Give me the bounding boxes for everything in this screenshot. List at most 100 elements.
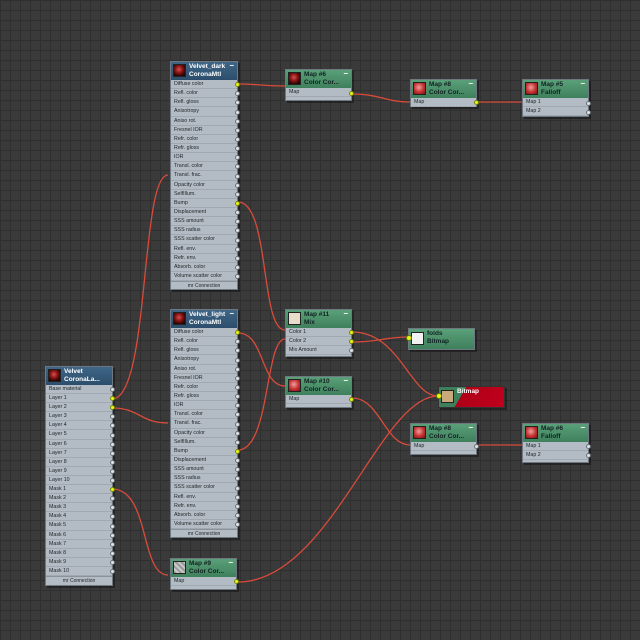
slot-layer-8[interactable]: Layer 8 bbox=[46, 458, 112, 467]
slot-socket[interactable] bbox=[110, 414, 115, 420]
slot-socket[interactable] bbox=[110, 478, 115, 484]
slot-socket[interactable] bbox=[235, 403, 240, 409]
slot-socket[interactable] bbox=[235, 182, 240, 188]
slot-refr-color[interactable]: Refr. color bbox=[171, 383, 237, 392]
slot-socket[interactable] bbox=[235, 191, 240, 197]
node-header[interactable]: Map #9 Color Cor... − bbox=[171, 559, 236, 577]
slot-volume-scatter-color[interactable]: Volume scatter color bbox=[171, 520, 237, 530]
node-header[interactable]: folds Bitmap bbox=[409, 329, 474, 349]
slot-refl-env[interactable]: Refl. env. bbox=[171, 493, 237, 502]
node-map5-falloff[interactable]: Map #5 Falloff − Map 1 Map 2 bbox=[522, 79, 591, 117]
slot-socket[interactable] bbox=[235, 173, 240, 179]
slot-ior[interactable]: IOR bbox=[171, 401, 237, 411]
slot-socket[interactable] bbox=[110, 387, 115, 393]
slot-sss-scatter-color[interactable]: SSS scatter color bbox=[171, 235, 237, 245]
slot-map[interactable]: Map bbox=[171, 577, 236, 587]
slot-socket[interactable] bbox=[235, 394, 240, 400]
slot-socket[interactable] bbox=[110, 396, 115, 402]
slot-selfillum[interactable]: SelfIllum. bbox=[171, 438, 237, 447]
slot-socket[interactable] bbox=[235, 109, 240, 115]
slot-map[interactable]: Map bbox=[411, 98, 476, 108]
slot-transl-frac[interactable]: Transl. frac. bbox=[171, 171, 237, 181]
slot-socket[interactable] bbox=[235, 155, 240, 161]
slot-socket[interactable] bbox=[235, 146, 240, 152]
node-map8-color-correction-lower[interactable]: Map #8 Color Cor... − Map bbox=[410, 423, 479, 455]
node-header[interactable]: Velvet CoronaLa... bbox=[46, 367, 112, 385]
slot-sss-radius[interactable]: SSS radius bbox=[171, 474, 237, 484]
slot-refr-gloss[interactable]: Refr. gloss bbox=[171, 392, 237, 402]
slot-socket[interactable] bbox=[110, 468, 115, 474]
slot-anisotropy[interactable]: Anisotropy bbox=[171, 355, 237, 365]
output-socket[interactable] bbox=[234, 579, 239, 584]
slot-mask-4[interactable]: Mask 4 bbox=[46, 512, 112, 522]
slot-sss-radius[interactable]: SSS radius bbox=[171, 226, 237, 236]
slot-refr-env[interactable]: Refr. env. bbox=[171, 502, 237, 511]
slot-socket[interactable] bbox=[235, 439, 240, 445]
slot-socket[interactable] bbox=[235, 375, 240, 381]
slot-ior[interactable]: IOR bbox=[171, 153, 237, 163]
slot-mask-3[interactable]: Mask 3 bbox=[46, 503, 112, 513]
slot-bump[interactable]: Bump bbox=[171, 199, 237, 208]
input-socket[interactable] bbox=[406, 335, 412, 341]
node-map8-color-correction[interactable]: Map #8 Color Cor... − Map bbox=[410, 79, 479, 108]
node-header[interactable]: Velvet_light CoronaMtl − bbox=[171, 310, 237, 328]
slot-layer-4[interactable]: Layer 4 bbox=[46, 421, 112, 431]
collapse-icon[interactable]: − bbox=[343, 70, 348, 78]
output-socket[interactable] bbox=[349, 330, 354, 335]
node-header[interactable]: Map #6 Color Cor... − bbox=[286, 70, 351, 88]
slot-transl-color[interactable]: Transl. color bbox=[171, 410, 237, 420]
output-socket[interactable] bbox=[586, 444, 591, 449]
slot-socket[interactable] bbox=[110, 514, 115, 520]
collapse-icon[interactable]: − bbox=[229, 310, 234, 318]
slot-mask-1[interactable]: Mask 1 bbox=[46, 485, 112, 495]
collapse-icon[interactable]: − bbox=[468, 80, 473, 88]
slot-socket[interactable] bbox=[235, 458, 240, 464]
collapse-icon[interactable]: − bbox=[229, 62, 234, 70]
node-header[interactable]: Map #11 Mix − bbox=[286, 310, 351, 328]
slot-socket[interactable] bbox=[235, 219, 240, 225]
slot-mask-5[interactable]: Mask 5 bbox=[46, 521, 112, 531]
slot-layer-7[interactable]: Layer 7 bbox=[46, 449, 112, 458]
slot-socket[interactable] bbox=[235, 246, 240, 252]
slot-socket[interactable] bbox=[235, 522, 240, 528]
output-socket[interactable] bbox=[349, 339, 354, 344]
slot-socket[interactable] bbox=[235, 255, 240, 261]
slot-map[interactable]: Map bbox=[411, 442, 476, 452]
slot-mix-amount[interactable]: Mix Amount bbox=[286, 346, 351, 356]
slot-refr-color[interactable]: Refr. color bbox=[171, 135, 237, 144]
slot-color-2[interactable]: Color 2 bbox=[286, 337, 351, 347]
slot-socket[interactable] bbox=[235, 118, 240, 124]
slot-absorb-color[interactable]: Absorb. color bbox=[171, 511, 237, 520]
node-header[interactable]: Map #6 Falloff − bbox=[523, 424, 588, 442]
slot-socket[interactable] bbox=[235, 384, 240, 390]
slot-socket[interactable] bbox=[110, 532, 115, 538]
slot-fresnel-ior[interactable]: Fresnel IOR bbox=[171, 126, 237, 135]
slot-anisotropy[interactable]: Anisotropy bbox=[171, 107, 237, 117]
slot-socket[interactable] bbox=[235, 485, 240, 491]
collapse-icon[interactable]: − bbox=[343, 377, 348, 385]
node-map6-falloff[interactable]: Map #6 Falloff − Map 1 Map 2 bbox=[522, 423, 591, 463]
node-header[interactable]: Map #5 Falloff − bbox=[523, 80, 588, 98]
node-map9-color-correction[interactable]: Map #9 Color Cor... − Map bbox=[170, 558, 239, 590]
collapse-icon[interactable]: − bbox=[228, 559, 233, 567]
slot-socket[interactable] bbox=[235, 366, 240, 372]
slot-socket[interactable] bbox=[235, 430, 240, 436]
slot-refl-color[interactable]: Refl. color bbox=[171, 337, 237, 347]
slot-absorb-color[interactable]: Absorb. color bbox=[171, 263, 237, 272]
node-header[interactable]: Map #10 Color Cor... − bbox=[286, 377, 351, 395]
slot-map[interactable]: Map bbox=[286, 88, 351, 98]
node-header[interactable]: Velvet_dark CoronaMtl − bbox=[171, 62, 237, 80]
slot-bump[interactable]: Bump bbox=[171, 447, 237, 456]
node-header[interactable]: Map #8 Color Cor... − bbox=[411, 80, 476, 98]
node-velvet-light[interactable]: Velvet_light CoronaMtl − Diffuse color Re… bbox=[170, 309, 240, 538]
collapse-icon[interactable]: − bbox=[468, 424, 473, 432]
slot-socket[interactable] bbox=[235, 164, 240, 170]
slot-socket[interactable] bbox=[235, 82, 240, 88]
slot-layer-1[interactable]: Layer 1 bbox=[46, 394, 112, 404]
slot-mask-7[interactable]: Mask 7 bbox=[46, 540, 112, 549]
slot-sss-amount[interactable]: SSS amount bbox=[171, 465, 237, 475]
slot-socket[interactable] bbox=[235, 357, 240, 363]
slot-map-1[interactable]: Map 1 bbox=[523, 442, 588, 452]
output-socket[interactable] bbox=[586, 453, 591, 458]
collapse-icon[interactable]: − bbox=[343, 310, 348, 318]
